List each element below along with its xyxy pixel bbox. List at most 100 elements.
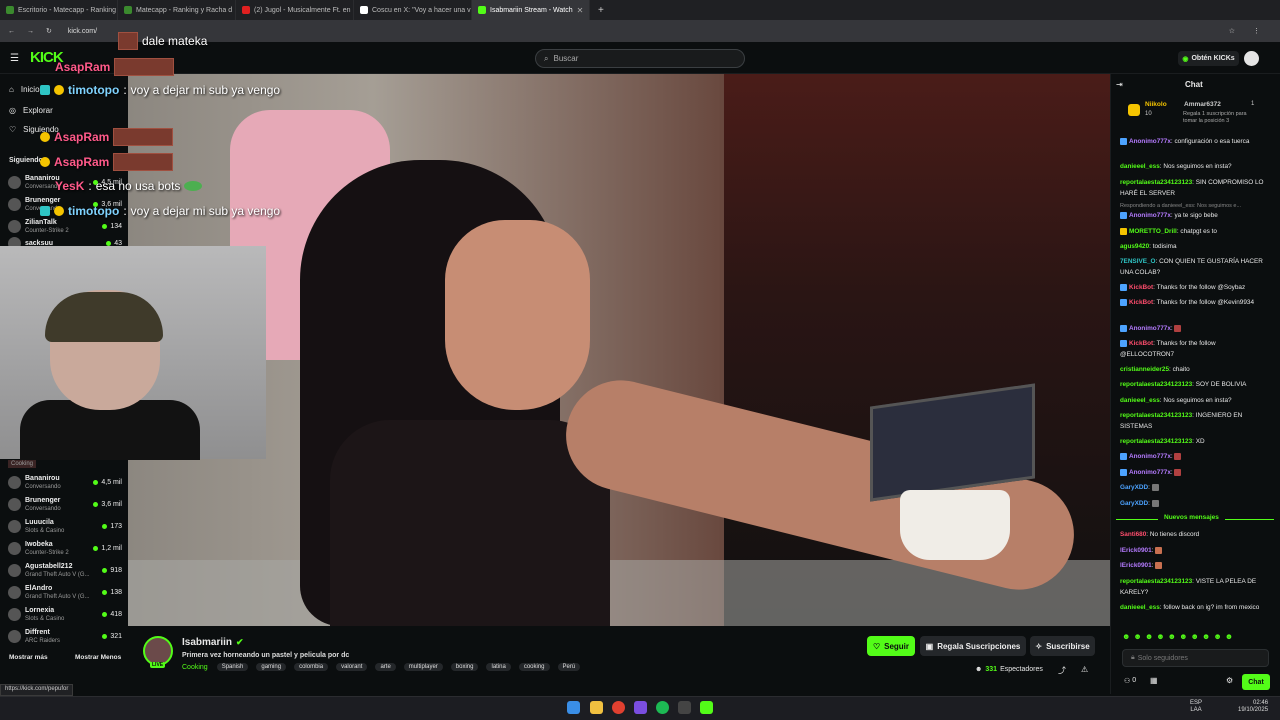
avatar [8, 607, 21, 621]
avatar [8, 197, 21, 211]
new-tab-button[interactable]: + [590, 5, 604, 16]
badge-icon [1120, 324, 1127, 332]
report-icon[interactable]: ⚠ [1081, 665, 1088, 674]
chat-message: Anonimo777x: ya te sigo bebe [1120, 211, 1270, 222]
chat-message: Anonimo777x: configuración o esa tuerca [1120, 137, 1270, 148]
chrome-icon[interactable] [612, 701, 625, 714]
nav-explore[interactable]: ◎ Explorar [9, 106, 53, 115]
overlay-chat-line: dale mateka [118, 32, 207, 50]
browser-tab[interactable]: Matecapp - Ranking y Racha d✕ [118, 0, 236, 20]
chat-input[interactable]: 🔒︎ Solo seguidores [1122, 649, 1269, 667]
following-item[interactable]: ElAndro Grand Theft Auto V (G... 138 [8, 581, 122, 603]
browser-toolbar-icons[interactable]: ☆ ⋮ [1229, 27, 1268, 35]
menu-icon[interactable]: ☰ [10, 53, 19, 64]
kick-coin-icon: ◉ [1182, 55, 1189, 63]
heart-icon: ♡ [872, 641, 881, 651]
emote-image [1174, 468, 1182, 476]
gear-icon[interactable]: ⚙ [1226, 676, 1233, 685]
tag-chip[interactable]: latina [486, 663, 511, 671]
tag-chip[interactable]: multiplayer [403, 663, 443, 671]
category-link[interactable]: Cooking [182, 664, 208, 671]
tag-chip[interactable]: valorant [336, 663, 368, 671]
calendar-icon[interactable]: ▦ [1150, 676, 1158, 685]
kick-icon[interactable] [700, 701, 713, 714]
tag-chip[interactable]: arte [375, 663, 396, 671]
video-streamer-face [445, 220, 590, 410]
chat-message: reportalaesta234123123: SOY DE BOLIVIA [1120, 381, 1247, 388]
browser-tab[interactable]: Escritorio - Matecapp - Ranking✕ [0, 0, 118, 20]
tag-chip[interactable]: gaming [256, 663, 287, 671]
app-icon[interactable] [678, 701, 691, 714]
forward-icon[interactable]: → [27, 28, 34, 35]
chat-message: KickBot: Thanks for the follow @Kevin993… [1120, 298, 1270, 309]
nav-home[interactable]: ⌂ Inicio [9, 85, 40, 94]
chat-message: Anonimo777x: [1120, 324, 1270, 335]
language-indicator[interactable]: ESP LAA [1190, 700, 1202, 714]
collapse-chat-icon[interactable]: ⇥ [1116, 80, 1123, 89]
browser-tab-active[interactable]: Isabmariin Stream - Watch ✕ [472, 0, 590, 20]
overlay-chat-line: timotopo: voy a dejar mi sub ya vengo [40, 83, 280, 97]
overlay-chat-line: AsapRam [40, 128, 174, 146]
app-icon[interactable] [634, 701, 647, 714]
emote-image [113, 128, 174, 146]
subscribe-button[interactable]: ✧ Suscribirse [1030, 636, 1095, 656]
following-item[interactable]: Agustabell212 Grand Theft Auto V (G... 918 [8, 559, 122, 581]
browser-tab[interactable]: Coscu en X: "Voy a hacer una v✕ [354, 0, 472, 20]
overlay-chat-line: timotopo: voy a dejar mi sub ya vengo [40, 204, 280, 218]
live-badge: LIVE [150, 662, 166, 668]
emote-image [118, 32, 138, 50]
overlay-chat-line: AsapRam [55, 58, 175, 76]
show-less-button[interactable]: Mostrar Menos [75, 654, 121, 661]
tag-chip[interactable]: Spanish [216, 663, 249, 671]
following-item[interactable]: Diffrent ARC Raiders 321 [8, 625, 122, 647]
chat-send-button[interactable]: Chat [1242, 674, 1270, 690]
tag-chip[interactable]: cooking [518, 663, 550, 671]
close-icon[interactable]: ✕ [577, 6, 584, 15]
avatar [8, 563, 21, 577]
chat-message: reportalaesta234123123: XD [1120, 438, 1205, 445]
chat-message: Anonimo777x: [1120, 468, 1270, 479]
chat-message: danieeel_ess: Nos seguimos en insta? [1120, 163, 1232, 170]
following-item[interactable]: Luuucila Slots & Casino 173 [8, 515, 122, 537]
share-icon[interactable]: ⤴ [1058, 665, 1066, 676]
following-item[interactable]: BrunengerConversando3,6 mil [8, 493, 122, 515]
emote-bar[interactable]: ☻☻☻☻☻☻☻☻☻☻ [1122, 632, 1236, 641]
user-avatar[interactable] [1244, 51, 1259, 66]
tag-chip[interactable]: colombia [294, 663, 329, 671]
following-item[interactable]: Iwobeka Counter-Strike 2 1,2 mil [8, 537, 122, 559]
back-icon[interactable]: ← [8, 28, 15, 35]
get-kicks-button[interactable]: ◉ Obtén KICKs [1178, 51, 1239, 66]
avatar [8, 497, 21, 511]
leaderboard-note: Regala 1 suscripción para tomar la posic… [1183, 111, 1247, 124]
clock[interactable]: 02:46 19/10/2025 [1238, 700, 1268, 714]
url-field[interactable]: kick.com/ [68, 28, 97, 35]
show-more-button[interactable]: Mostrar más [9, 654, 48, 661]
stream-title: Primera vez horneando un pastel y pelicu… [182, 652, 350, 659]
gift-subs-button[interactable]: ▣ Regala Suscripciones [920, 636, 1026, 656]
badge-icon [1120, 298, 1127, 306]
heart-icon: ♡ [9, 125, 17, 134]
spotify-icon[interactable] [656, 701, 669, 714]
following-item[interactable]: Lornexia Slots & Casino 418 [8, 603, 122, 625]
kick-icon [478, 6, 486, 14]
badge-icon [1120, 227, 1127, 235]
overlay-chat-line: YesK: esa no usa bots [55, 179, 203, 193]
badge-icon [1120, 283, 1127, 291]
badge-icon [40, 206, 50, 216]
chat-message: KickBot: Thanks for the follow @Soybaz [1120, 283, 1270, 294]
start-icon[interactable] [567, 701, 580, 714]
reload-icon[interactable]: ↻ [46, 27, 52, 35]
tag-chip[interactable]: Perú [557, 663, 581, 671]
tag-chip[interactable]: boxing [450, 663, 479, 671]
emote-image [1155, 546, 1163, 554]
chat-message: danieeel_ess: Nos seguimos en insta? [1120, 397, 1232, 404]
folder-icon[interactable] [590, 701, 603, 714]
chat-points[interactable]: ⚇ 0 [1124, 677, 1136, 685]
follow-button[interactable]: ♡ Seguir [867, 636, 915, 656]
channel-name[interactable]: Isabmariin ✔ [182, 637, 244, 648]
leaderboard-crown-icon [1128, 104, 1140, 116]
search-input[interactable]: ⌕ Buscar [535, 49, 745, 68]
browser-tab[interactable]: (2) Jugol - Musicalmente Ft. en✕ [236, 0, 354, 20]
video-mug [900, 490, 1010, 560]
following-item[interactable]: Bananirou Conversando 4,5 mil [8, 471, 122, 493]
